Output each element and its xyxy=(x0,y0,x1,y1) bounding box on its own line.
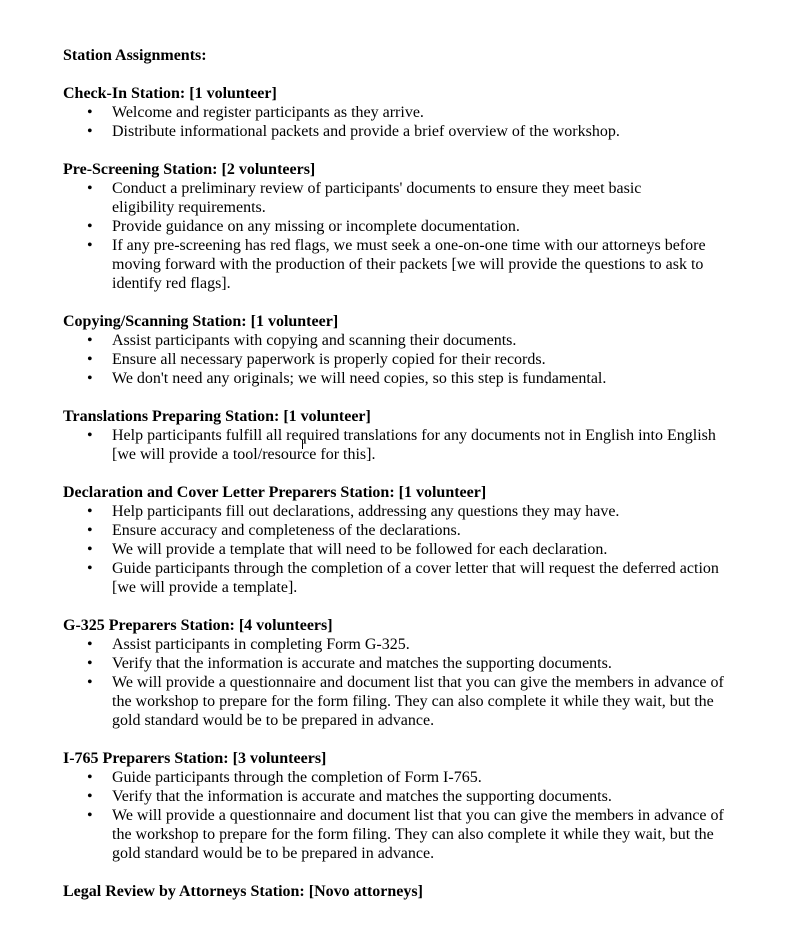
section-heading: I-765 Preparers Station: [3 volunteers] xyxy=(63,750,327,767)
section-heading: G-325 Preparers Station: [4 volunteers] xyxy=(63,617,333,634)
bullet-list: Help participants fill out declarations,… xyxy=(63,502,743,597)
bullet-list: Welcome and register participants as the… xyxy=(63,103,743,141)
document-title: Station Assignments: xyxy=(63,47,207,64)
list-item: We don't need any originals; we will nee… xyxy=(63,369,743,388)
list-item: Assist participants with copying and sca… xyxy=(63,331,743,350)
text-cursor-icon xyxy=(302,440,303,449)
list-item: Assist participants in completing Form G… xyxy=(63,635,743,654)
section-heading: Pre-Screening Station: [2 volunteers] xyxy=(63,161,316,178)
bullet-list: Assist participants in completing Form G… xyxy=(63,635,743,730)
section-heading: Legal Review by Attorneys Station: [Novo… xyxy=(63,883,423,900)
list-item: Welcome and register participants as the… xyxy=(63,103,743,122)
list-item: Conduct a preliminary review of particip… xyxy=(63,179,696,217)
document-body: Station Assignments: Check-In Station: [… xyxy=(63,46,743,920)
list-item: If any pre-screening has red flags, we m… xyxy=(63,236,732,293)
list-item: Help participants fulfill all required t… xyxy=(63,426,737,464)
list-item: Ensure all necessary paperwork is proper… xyxy=(63,350,743,369)
bullet-list: Help participants fulfill all required t… xyxy=(63,426,743,464)
list-item: Ensure accuracy and completeness of the … xyxy=(63,521,743,540)
list-item: We will provide a questionnaire and docu… xyxy=(63,673,744,730)
section-i765: I-765 Preparers Station: [3 volunteers] … xyxy=(63,749,743,863)
section-heading: Check-In Station: [1 volunteer] xyxy=(63,85,277,102)
list-item: Guide participants through the completio… xyxy=(63,559,744,597)
bullet-list: Guide participants through the completio… xyxy=(63,768,743,863)
list-item: Help participants fill out declarations,… xyxy=(63,502,743,521)
section-check-in: Check-In Station: [1 volunteer] Welcome … xyxy=(63,84,743,141)
list-item: Distribute informational packets and pro… xyxy=(63,122,743,141)
section-heading: Declaration and Cover Letter Preparers S… xyxy=(63,484,487,501)
section-copying-scanning: Copying/Scanning Station: [1 volunteer] … xyxy=(63,312,743,388)
section-g325: G-325 Preparers Station: [4 volunteers] … xyxy=(63,616,743,730)
list-item: Verify that the information is accurate … xyxy=(63,787,743,806)
section-heading: Copying/Scanning Station: [1 volunteer] xyxy=(63,313,339,330)
list-item: Verify that the information is accurate … xyxy=(63,654,743,673)
list-item: We will provide a questionnaire and docu… xyxy=(63,806,744,863)
section-legal-review: Legal Review by Attorneys Station: [Novo… xyxy=(63,882,743,901)
list-item: Provide guidance on any missing or incom… xyxy=(63,217,743,236)
bullet-list: Conduct a preliminary review of particip… xyxy=(63,179,743,293)
section-declaration-cover-letter: Declaration and Cover Letter Preparers S… xyxy=(63,483,743,597)
list-item: We will provide a template that will nee… xyxy=(63,540,743,559)
bullet-list: Assist participants with copying and sca… xyxy=(63,331,743,388)
section-translations: Translations Preparing Station: [1 volun… xyxy=(63,407,743,464)
list-item: Guide participants through the completio… xyxy=(63,768,743,787)
section-pre-screening: Pre-Screening Station: [2 volunteers] Co… xyxy=(63,160,743,293)
section-heading: Translations Preparing Station: [1 volun… xyxy=(63,408,371,425)
